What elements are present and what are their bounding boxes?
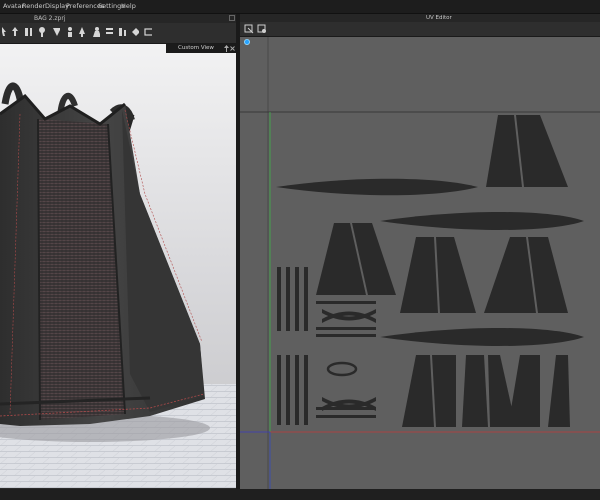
uv-piece[interactable]: [402, 355, 434, 427]
status-bar: [0, 489, 600, 500]
bag-render: [0, 82, 236, 488]
uv-piece[interactable]: [432, 355, 456, 427]
uv-piece[interactable]: [316, 415, 376, 418]
uv-pieces: [276, 115, 584, 427]
uv-piece[interactable]: [304, 267, 308, 331]
uv-piece[interactable]: [286, 267, 290, 331]
avatar-icon[interactable]: [92, 26, 100, 38]
custom-view-bar: Custom View: [166, 44, 236, 53]
uv-canvas[interactable]: [240, 37, 600, 489]
select-icon[interactable]: [1, 26, 9, 38]
uv-editor-title-bar: UV Editor: [240, 14, 600, 22]
uv-editor-toolbar: [240, 22, 600, 37]
uv-piece[interactable]: [286, 355, 290, 425]
edit-icon[interactable]: [144, 26, 152, 38]
uv-piece[interactable]: [276, 178, 478, 196]
uv-piece[interactable]: [436, 237, 476, 313]
uv-piece[interactable]: [316, 327, 376, 330]
uv-piece[interactable]: [508, 355, 540, 427]
uv-piece[interactable]: [462, 355, 488, 427]
rotate-icon[interactable]: [24, 26, 32, 38]
uv-piece[interactable]: [484, 237, 536, 313]
uv-piece[interactable]: [316, 301, 376, 304]
uv-piece[interactable]: [277, 355, 281, 425]
menu-bar: Avatar Render Display Preferences Settin…: [0, 0, 600, 14]
mesh-icon[interactable]: [118, 26, 126, 38]
uv-transform-icon[interactable]: [257, 24, 267, 34]
viewport-toolbar: [0, 23, 236, 44]
uv-select-icon[interactable]: [244, 24, 254, 34]
uv-piece[interactable]: [486, 115, 522, 187]
menu-render[interactable]: Render: [22, 1, 45, 12]
stitch-icon[interactable]: [66, 26, 74, 38]
fold-icon[interactable]: [52, 26, 60, 38]
menu-avatar[interactable]: Avatar: [3, 1, 24, 12]
uv-piece[interactable]: [516, 115, 568, 187]
pin-panel-icon[interactable]: [224, 45, 229, 52]
uv-editor-title: UV Editor: [426, 15, 452, 21]
menu-help[interactable]: Help: [121, 1, 136, 12]
uv-piece[interactable]: [295, 355, 299, 425]
viewport-title-bar: BAG 2.zprj: [0, 14, 236, 23]
uv-piece[interactable]: [548, 355, 570, 427]
arrange-icon[interactable]: [105, 26, 113, 38]
close-view-icon[interactable]: [230, 45, 235, 52]
uv-piece[interactable]: [380, 328, 584, 346]
uv-piece[interactable]: [304, 355, 308, 425]
uv-piece[interactable]: [316, 334, 376, 337]
blue-dot-marker-icon[interactable]: [244, 39, 250, 45]
pin-icon[interactable]: [38, 26, 46, 38]
file-title: BAG 2.zprj: [34, 15, 66, 22]
uv-piece[interactable]: [400, 237, 438, 313]
transform-icon[interactable]: [131, 26, 139, 38]
uv-piece[interactable]: [277, 267, 281, 331]
move-icon[interactable]: [11, 26, 19, 38]
uv-piece[interactable]: [295, 267, 299, 331]
sewing-icon[interactable]: [78, 26, 86, 38]
custom-view-label: Custom View: [178, 45, 214, 51]
3d-viewport[interactable]: [0, 44, 236, 488]
uv-piece[interactable]: [326, 361, 358, 377]
panel-close-icon[interactable]: [229, 15, 235, 21]
uv-piece[interactable]: [380, 212, 584, 230]
